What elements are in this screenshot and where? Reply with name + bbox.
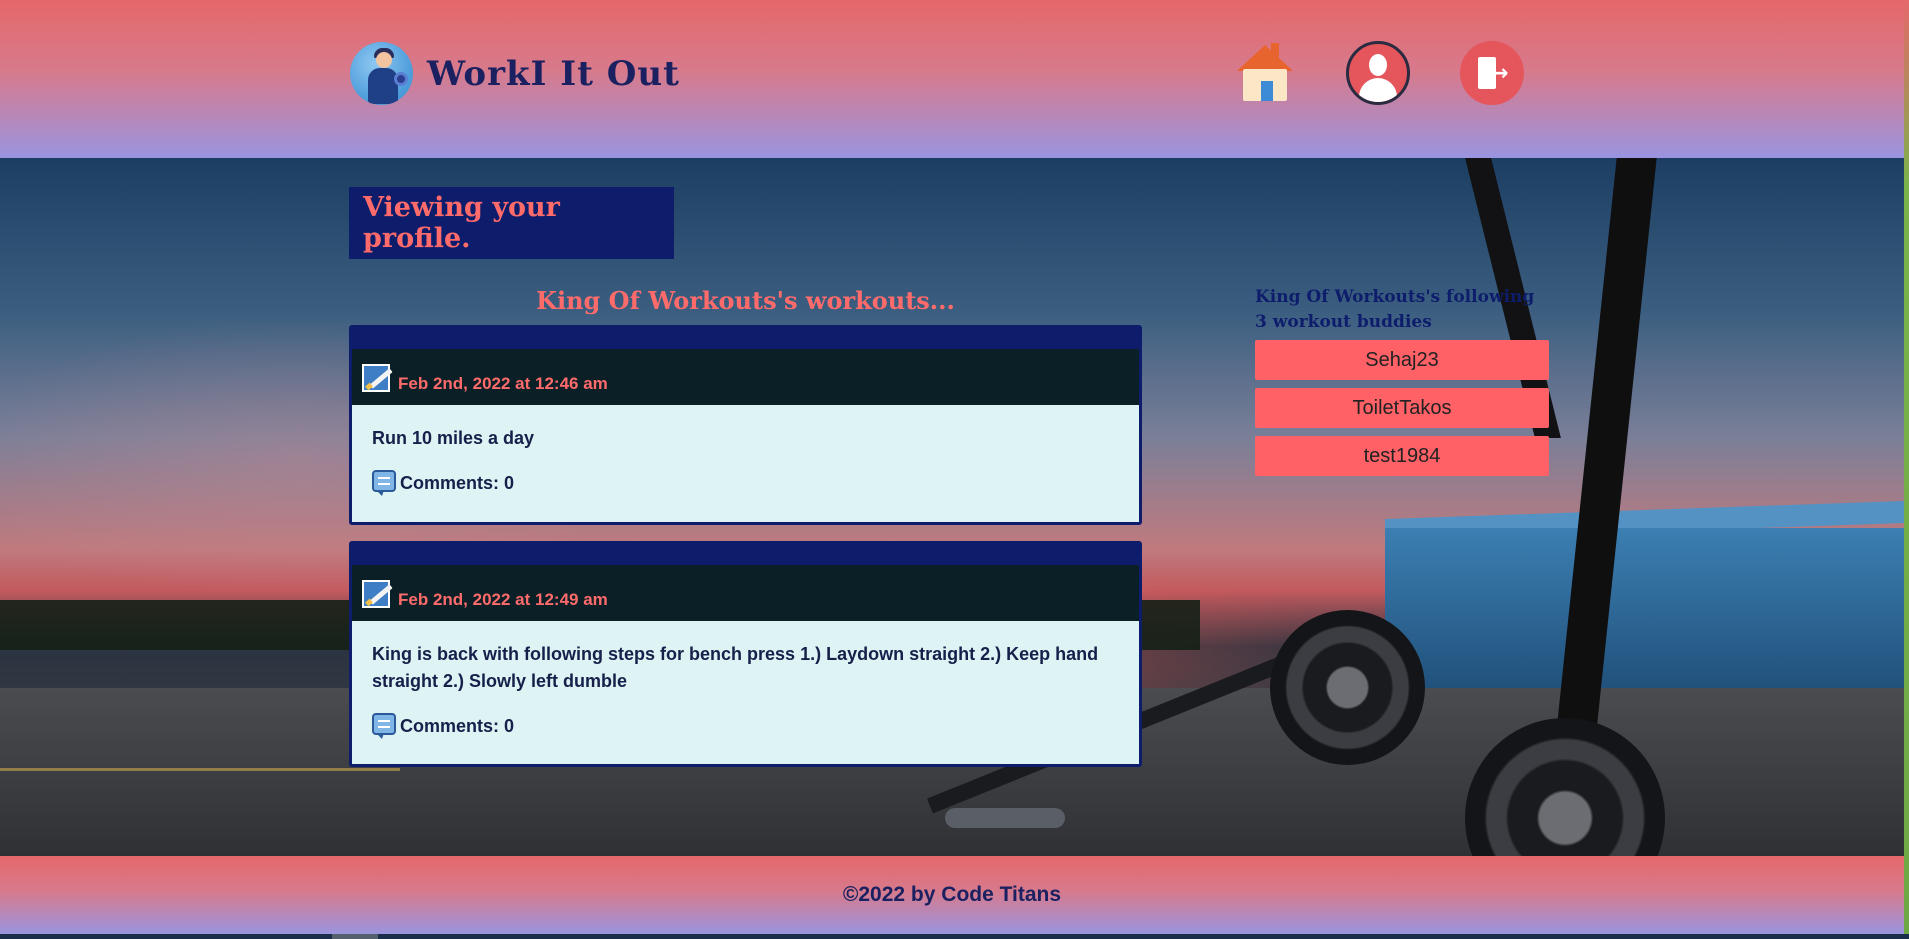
horizontal-scrollbar[interactable] [0,934,1909,939]
comments-count: Comments: 0 [400,473,515,493]
brand-name: WorkI It Out [427,53,680,94]
buddy-button-test1984[interactable]: test1984 [1255,436,1549,476]
athlete-dumbbell-logo-icon [350,42,413,105]
comments-link[interactable]: Comments: 0 [372,469,1117,497]
workout-text: King is back with following steps for be… [372,644,1099,691]
workout-card: Feb 2nd, 2022 at 12:49 am King is back w… [349,541,1142,767]
page-title: Viewing your profile. [349,187,674,259]
workout-text: Run 10 miles a day [372,428,535,448]
workout-card: Feb 2nd, 2022 at 12:46 am Run 10 miles a… [349,325,1142,525]
comment-icon [372,469,396,496]
comments-link[interactable]: Comments: 0 [372,712,1117,740]
workout-date: Feb 2nd, 2022 at 12:49 am [398,590,608,609]
workout-date: Feb 2nd, 2022 at 12:46 am [398,374,608,393]
buddy-button-toilettakos[interactable]: ToiletTakos [1255,388,1549,428]
comments-count: Comments: 0 [400,716,515,736]
user-profile-icon[interactable] [1346,41,1410,105]
edit-icon[interactable] [362,364,393,392]
logout-icon[interactable]: → [1460,41,1524,105]
scrollbar-thumb[interactable] [332,934,378,939]
page-edge-strip [1904,0,1909,939]
following-heading: King Of Workouts's following 3 workout b… [1255,287,1535,332]
site-footer: ©2022 by Code Titans [0,856,1904,934]
site-header: WorkI It Out → [0,0,1904,158]
home-icon[interactable] [1233,41,1297,105]
buddy-button-sehaj23[interactable]: Sehaj23 [1255,340,1549,380]
comment-icon [372,712,396,739]
footer-copyright: ©2022 by Code Titans [842,883,1062,906]
edit-icon[interactable] [362,580,393,608]
workouts-heading: King Of Workouts's workouts... [536,286,955,315]
brand-logo[interactable]: WorkI It Out [350,42,680,105]
